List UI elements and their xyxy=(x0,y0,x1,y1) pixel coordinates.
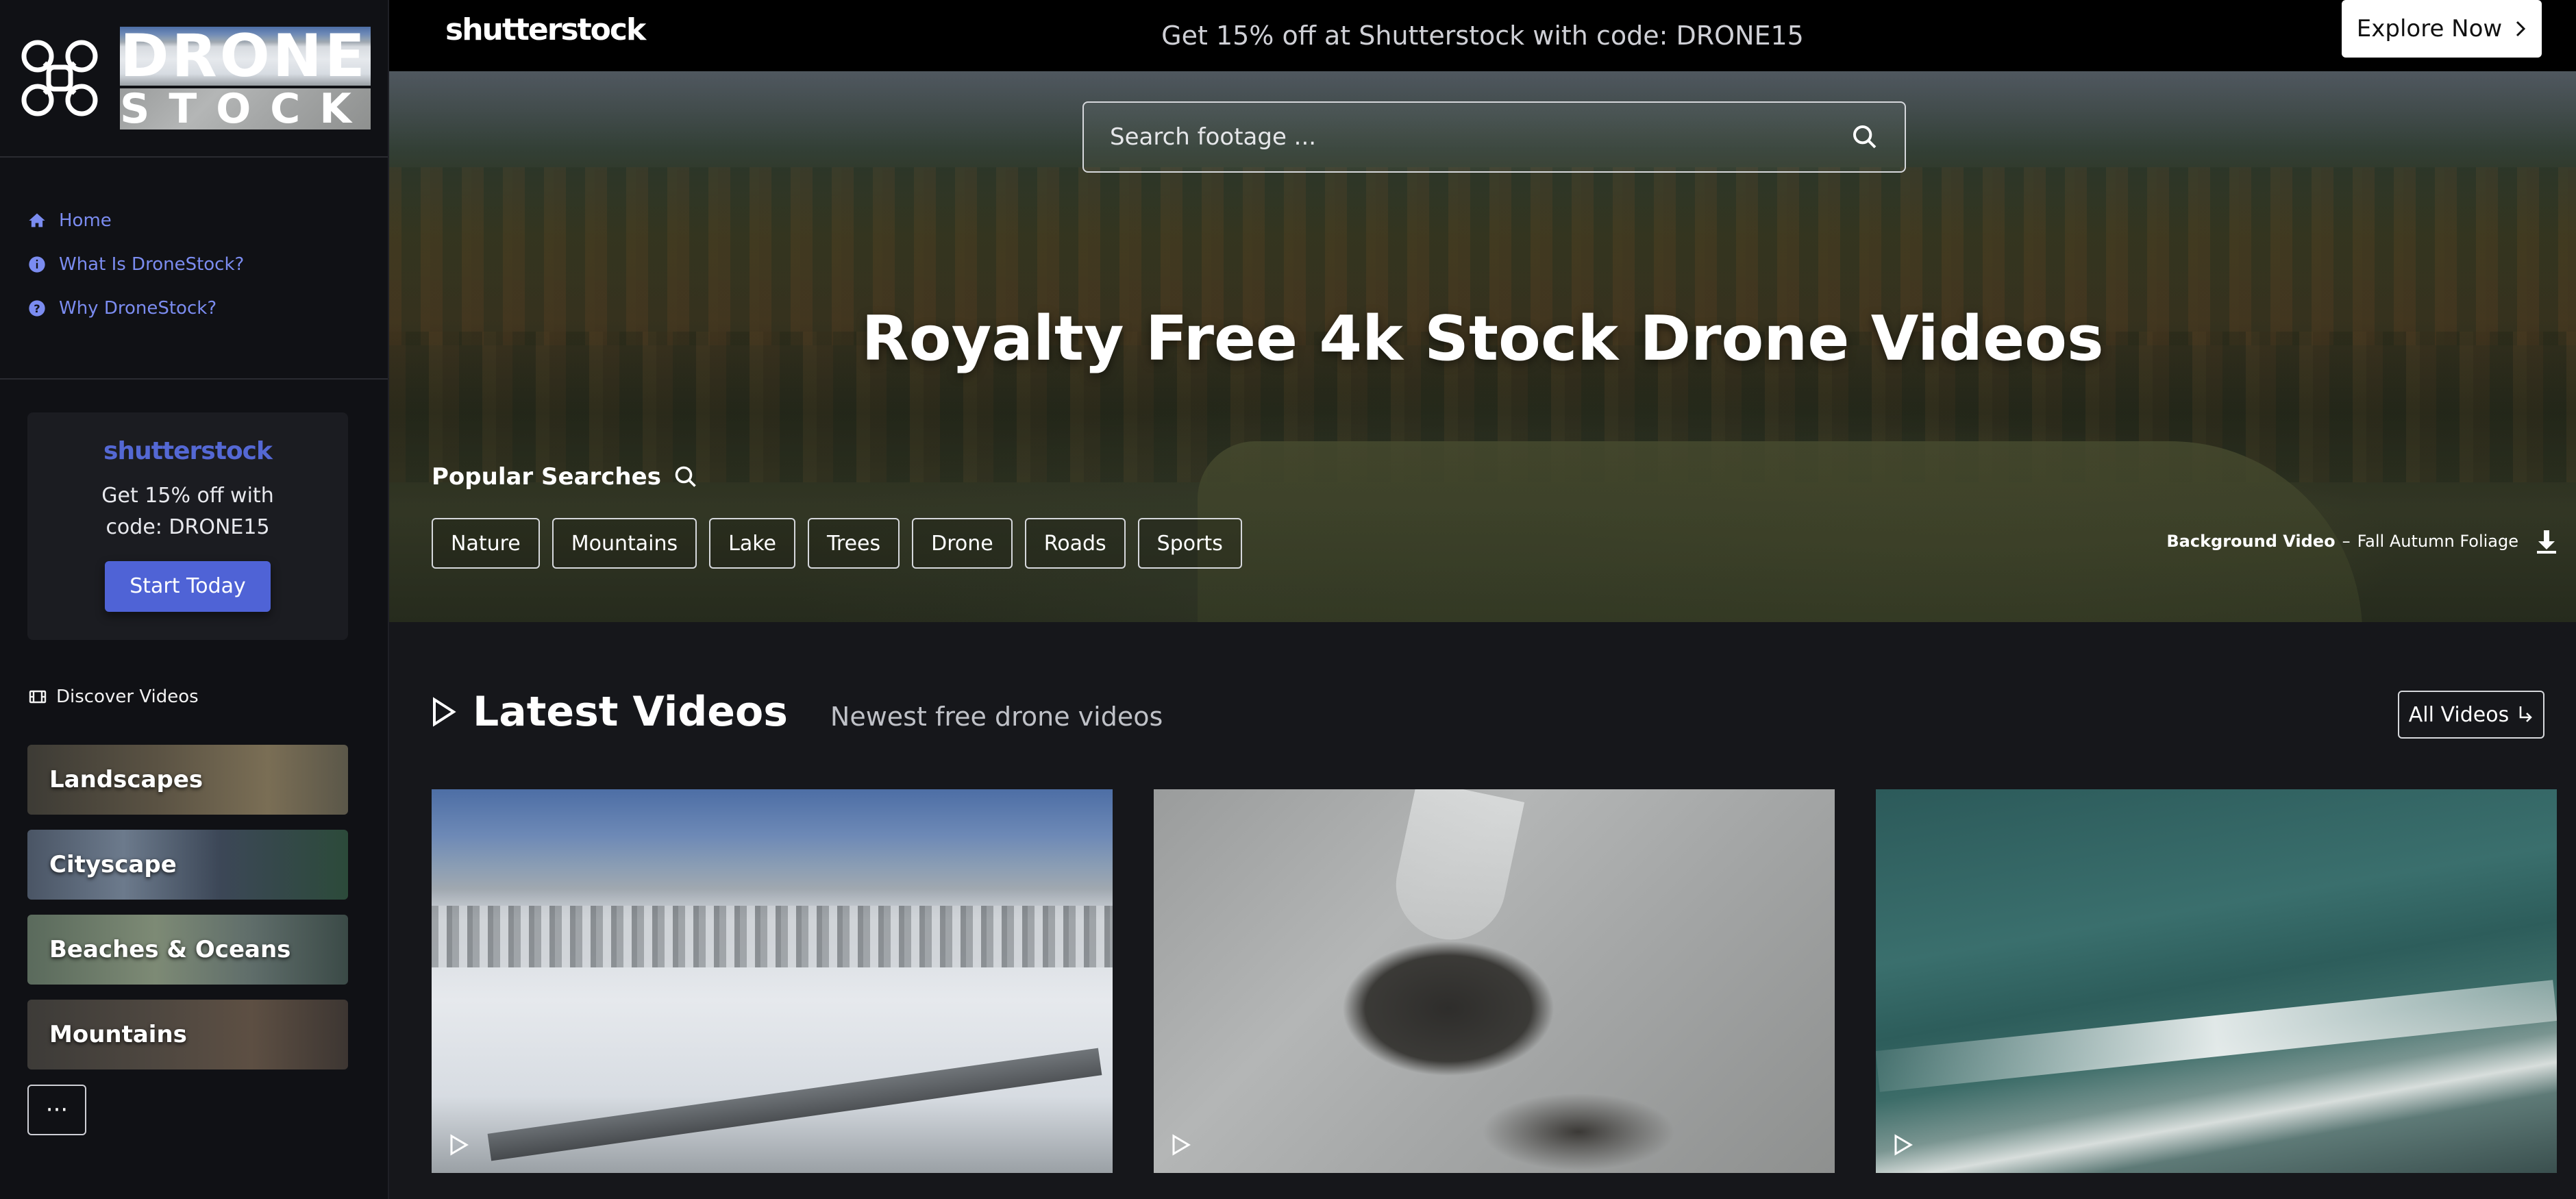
explore-now-button[interactable]: Explore Now xyxy=(2342,0,2542,58)
chevron-right-icon xyxy=(2516,21,2526,37)
info-icon xyxy=(29,256,45,273)
drone-logo-icon xyxy=(21,40,98,116)
video-thumbnail-2[interactable] xyxy=(1154,789,1835,1173)
play-outline-icon xyxy=(433,697,456,727)
all-videos-button[interactable]: All Videos xyxy=(2398,691,2544,739)
shutterstock-top-logo[interactable]: shutterstock xyxy=(445,12,646,47)
svg-text:?: ? xyxy=(34,302,40,315)
more-categories-button[interactable]: ··· xyxy=(27,1085,86,1135)
chip-mountains[interactable]: Mountains xyxy=(552,518,697,569)
logo[interactable]: DRONE STOCK xyxy=(0,0,388,158)
play-icon xyxy=(1172,1134,1191,1156)
promo-line2: code: DRONE15 xyxy=(106,515,270,539)
chip-trees[interactable]: Trees xyxy=(807,518,900,569)
popular-searches-heading: Popular Searches xyxy=(432,463,698,491)
home-icon xyxy=(29,213,45,227)
video-thumbnail-1[interactable] xyxy=(432,789,1113,1173)
logo-line1: DRONE xyxy=(120,27,371,86)
promo-line1: Get 15% off with xyxy=(101,484,274,508)
search-icon[interactable] xyxy=(1851,123,1879,151)
all-videos-label: All Videos xyxy=(2408,702,2510,727)
chip-roads[interactable]: Roads xyxy=(1024,518,1126,569)
chip-sports[interactable]: Sports xyxy=(1137,518,1242,569)
arrow-return-icon xyxy=(2519,706,2533,722)
latest-videos-title: Latest Videos xyxy=(473,688,788,736)
start-today-button[interactable]: Start Today xyxy=(105,561,271,612)
question-icon: ? xyxy=(29,300,45,317)
nav-item-label: Home xyxy=(59,210,112,231)
category-landscapes[interactable]: Landscapes xyxy=(27,745,348,815)
sidebar: DRONE STOCK Home What Is DroneStock? ? W… xyxy=(0,0,389,1199)
category-mountains[interactable]: Mountains xyxy=(27,1000,348,1070)
sidebar-promo-card: shutterstock Get 15% off with code: DRON… xyxy=(27,412,348,640)
popular-searches-label: Popular Searches xyxy=(432,463,661,491)
explore-now-label: Explore Now xyxy=(2356,15,2503,42)
top-promo-bar: Get 15% off at Shutterstock with code: D… xyxy=(389,0,2576,71)
popular-search-chips: Nature Mountains Lake Trees Drone Roads … xyxy=(432,518,1242,569)
download-icon[interactable] xyxy=(2535,529,2558,554)
nav-item-label: What Is DroneStock? xyxy=(59,254,245,275)
discover-videos-heading: Discover Videos xyxy=(29,687,199,707)
latest-videos-heading: Latest Videos Newest free drone videos xyxy=(430,688,1163,736)
background-video-label: Background Video xyxy=(2166,532,2336,551)
search-box xyxy=(1082,101,1906,173)
latest-videos-subtitle: Newest free drone videos xyxy=(830,702,1163,732)
top-promo-text: Get 15% off at Shutterstock with code: D… xyxy=(1161,21,1804,51)
nav-item-why[interactable]: ? Why DroneStock? xyxy=(27,286,388,330)
play-icon xyxy=(450,1134,469,1156)
search-input[interactable] xyxy=(1110,123,1851,151)
category-cityscape[interactable]: Cityscape xyxy=(27,830,348,900)
chip-drone[interactable]: Drone xyxy=(912,518,1013,569)
shutterstock-logo[interactable]: shutterstock xyxy=(27,437,348,465)
nav-item-what-is[interactable]: What Is DroneStock? xyxy=(27,243,388,286)
background-video-credit: Background Video – Fall Autumn Foliage xyxy=(2166,529,2558,554)
category-beaches-oceans[interactable]: Beaches & Oceans xyxy=(27,915,348,985)
page-title: Royalty Free 4k Stock Drone Videos xyxy=(861,303,2104,375)
background-video-separator: – xyxy=(2342,532,2351,551)
nav-item-label: Why DroneStock? xyxy=(59,298,217,319)
logo-line2: STOCK xyxy=(120,85,371,133)
sidebar-nav: Home What Is DroneStock? ? Why DroneStoc… xyxy=(0,158,388,380)
background-video-name[interactable]: Fall Autumn Foliage xyxy=(2357,532,2518,551)
nav-item-home[interactable]: Home xyxy=(27,199,388,243)
discover-label: Discover Videos xyxy=(56,687,199,707)
film-icon xyxy=(29,690,47,704)
video-thumbnail-3[interactable] xyxy=(1876,789,2557,1173)
hero-section: Royalty Free 4k Stock Drone Videos Popul… xyxy=(389,71,2576,622)
chip-nature[interactable]: Nature xyxy=(432,518,540,569)
chip-lake[interactable]: Lake xyxy=(709,518,795,569)
play-icon xyxy=(1894,1134,1913,1156)
search-icon xyxy=(675,466,696,487)
